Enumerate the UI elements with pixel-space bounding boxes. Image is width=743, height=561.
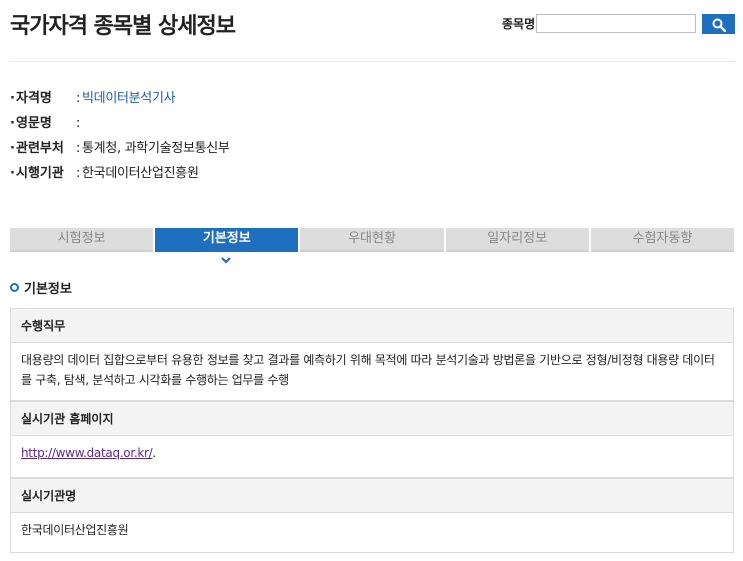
duty-box: 수행직무 대용량의 데이터 집합으로부터 유용한 정보를 찾고 결과를 예측하기…: [10, 308, 734, 401]
tab-job-info[interactable]: 일자리정보: [445, 228, 589, 252]
search-icon: [712, 18, 726, 32]
chevron-down-icon: [221, 257, 231, 264]
tab-basic-info[interactable]: 기본정보: [155, 228, 299, 252]
homepage-body: http://www.dataq.or.kr/.: [21, 446, 156, 460]
homepage-box: 실시기관 홈페이지 http://www.dataq.or.kr/.: [10, 401, 734, 478]
info-row-name: ·자격명 : 빅데이터분석기사: [10, 89, 230, 114]
info-key: ·자격명: [10, 91, 52, 106]
bullet-circle-icon: [10, 283, 19, 292]
info-row-english-name: ·영문명 :: [10, 114, 230, 139]
info-key: ·관련부처: [10, 141, 64, 156]
org-heading: 실시기관명: [11, 479, 733, 513]
search-input[interactable]: [536, 14, 696, 33]
org-text: 한국데이터산업진흥원: [21, 523, 129, 537]
duty-heading: 수행직무: [11, 309, 733, 343]
info-value-ministry: 통계청, 과학기술정보통신부: [82, 141, 230, 156]
tab-exam-info[interactable]: 시험정보: [10, 228, 154, 252]
homepage-link[interactable]: http://www.dataq.or.kr/: [21, 446, 153, 460]
section-title: 기본정보: [10, 278, 72, 297]
tab-examinee-trends[interactable]: 수험자동향: [590, 228, 735, 252]
info-row-ministry: ·관련부처 : 통계청, 과학기술정보통신부: [10, 139, 230, 164]
search-button[interactable]: [702, 14, 735, 34]
info-value-agency: 한국데이터산업진흥원: [82, 166, 199, 181]
duty-text: 대용량의 데이터 집합으로부터 유용한 정보를 찾고 결과를 예측하기 위해 목…: [21, 353, 715, 387]
qualification-info: ·자격명 : 빅데이터분석기사 ·영문명 : ·관련부처 : 통계청, 과학기술…: [10, 89, 230, 189]
org-box: 실시기관명 한국데이터산업진흥원: [10, 478, 734, 553]
page-title: 국가자격 종목별 상세정보: [10, 14, 236, 39]
info-row-agency: ·시행기관 : 한국데이터산업진흥원: [10, 164, 230, 189]
info-key: ·영문명: [10, 116, 52, 131]
info-value-name[interactable]: 빅데이터분석기사: [82, 89, 176, 114]
info-key: ·시행기관: [10, 166, 64, 181]
search-label: 종목명: [502, 17, 536, 31]
header-divider: [10, 61, 735, 62]
tab-bar: 시험정보 기본정보 우대현황 일자리정보 수험자동향: [10, 228, 735, 252]
homepage-heading: 실시기관 홈페이지: [11, 402, 733, 436]
tab-preference[interactable]: 우대현황: [300, 228, 444, 252]
